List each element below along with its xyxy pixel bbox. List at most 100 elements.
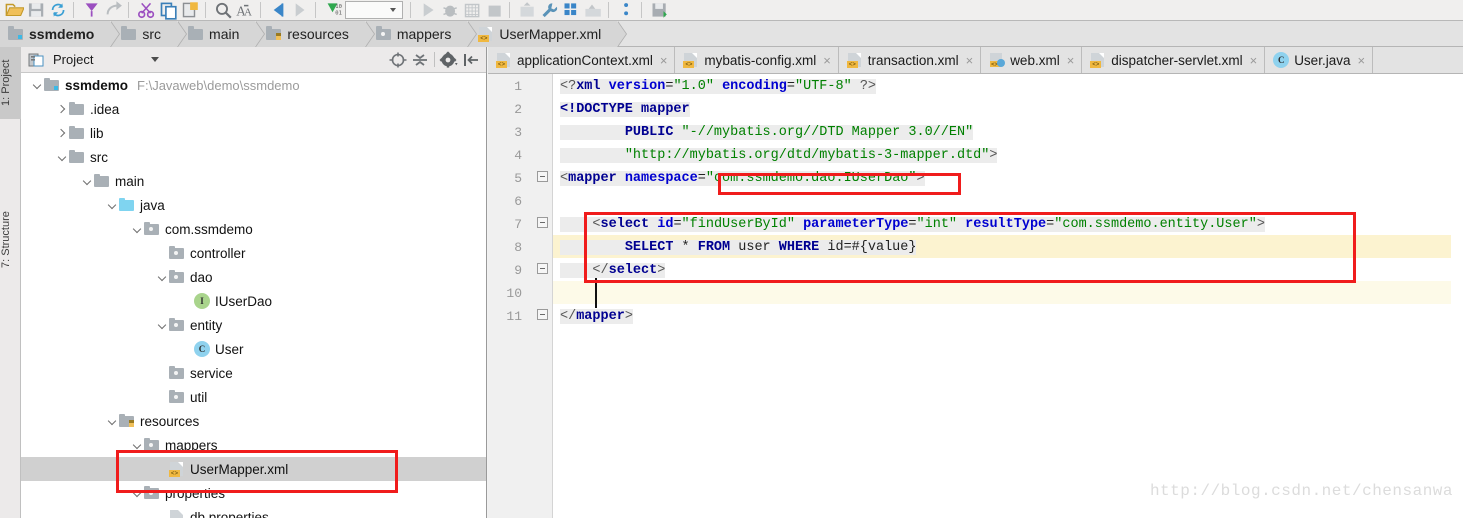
open-folder-icon[interactable] bbox=[2, 0, 25, 20]
expand-arrow-down-icon[interactable] bbox=[131, 433, 144, 457]
paste-icon[interactable] bbox=[178, 0, 200, 20]
magic-wand-icon[interactable] bbox=[79, 0, 101, 20]
code-line-11: </mapper> bbox=[560, 309, 633, 324]
find-icon[interactable] bbox=[211, 0, 233, 20]
tree-node[interactable]: resources bbox=[21, 409, 486, 433]
code-editor[interactable]: 1 2 3 4 5 6 7 8 9 10 11 <?xml version="1.0" encodi… bbox=[488, 74, 1463, 518]
expand-arrow-down-icon[interactable] bbox=[106, 193, 119, 217]
expand-arrow-down-icon[interactable] bbox=[81, 169, 94, 193]
tree-node[interactable]: util bbox=[21, 385, 486, 409]
tree-node[interactable]: properties bbox=[21, 481, 486, 505]
tree-node[interactable]: db.properties bbox=[21, 505, 486, 518]
tool-tab-project[interactable]: 1: Project bbox=[0, 47, 21, 119]
settings-wrench-icon[interactable] bbox=[537, 0, 559, 20]
save-icon[interactable] bbox=[647, 0, 669, 20]
run-icon[interactable] bbox=[416, 0, 438, 20]
help-icon[interactable] bbox=[614, 0, 636, 20]
close-icon[interactable]: × bbox=[1250, 54, 1258, 67]
project-panel-title: Project bbox=[53, 52, 94, 67]
tree-node[interactable]: mappers bbox=[21, 433, 486, 457]
fold-marker-line-5[interactable] bbox=[537, 171, 548, 182]
tree-node[interactable]: entity bbox=[21, 313, 486, 337]
expand-arrow-down-icon[interactable] bbox=[106, 409, 119, 433]
fold-marker-line-11[interactable] bbox=[537, 309, 548, 320]
tree-node[interactable]: C User bbox=[21, 337, 486, 361]
project-view-icon bbox=[25, 50, 47, 70]
editor-tab-web-xml[interactable]: <> web.xml × bbox=[981, 47, 1083, 73]
tree-node[interactable]: lib bbox=[21, 121, 486, 145]
close-icon[interactable]: × bbox=[1067, 54, 1075, 67]
expand-arrow-down-icon[interactable] bbox=[156, 265, 169, 289]
code-line-9: </select> bbox=[560, 259, 666, 282]
editor-tab-label: dispatcher-servlet.xml bbox=[1111, 52, 1243, 68]
editor-scrollbar[interactable] bbox=[1451, 74, 1463, 518]
xml-file-icon bbox=[846, 52, 863, 68]
redo-icon[interactable] bbox=[101, 0, 123, 20]
tool-tab-structure[interactable]: 7: Structure bbox=[0, 195, 21, 285]
hide-panel-icon[interactable] bbox=[460, 50, 482, 70]
vcs-commit-icon[interactable] bbox=[581, 0, 603, 20]
project-tree[interactable]: ssmdemo F:\Javaweb\demo\ssmdemo .idea lib sr… bbox=[21, 73, 486, 518]
idea-window: AA1001 ssmdemosrcmainresourcesmappersUse… bbox=[0, 0, 1463, 518]
run-configuration-selector[interactable] bbox=[345, 1, 403, 19]
tree-node[interactable]: ssmdemo F:\Javaweb\demo\ssmdemo bbox=[21, 73, 486, 97]
forward-arrow-icon[interactable] bbox=[288, 0, 310, 20]
tree-node[interactable]: I IUserDao bbox=[21, 289, 486, 313]
collapse-all-icon[interactable] bbox=[409, 50, 431, 70]
compile-icon[interactable]: 10 01 bbox=[321, 0, 343, 20]
fold-marker-line-7[interactable] bbox=[537, 217, 548, 228]
breadcrumb-item-resources[interactable]: resources bbox=[256, 20, 376, 47]
tree-node[interactable]: com.ssmdemo bbox=[21, 217, 486, 241]
fold-column[interactable] bbox=[529, 74, 553, 518]
settings-gear-icon[interactable] bbox=[438, 50, 460, 70]
tree-node[interactable]: src bbox=[21, 145, 486, 169]
editor-tab-applicationcontext-xml[interactable]: applicationContext.xml × bbox=[488, 47, 676, 73]
locate-icon[interactable] bbox=[387, 50, 409, 70]
editor-tab-dispatcher-servlet-xml[interactable]: dispatcher-servlet.xml × bbox=[1082, 47, 1266, 73]
breadcrumb-item-ssmdemo[interactable]: ssmdemo bbox=[0, 20, 121, 47]
expand-arrow-right-icon[interactable] bbox=[56, 121, 69, 145]
fold-marker-line-9[interactable] bbox=[537, 263, 548, 274]
back-arrow-icon[interactable] bbox=[266, 0, 288, 20]
update-project-icon[interactable] bbox=[515, 0, 537, 20]
tree-node-selected[interactable]: UserMapper.xml bbox=[21, 457, 486, 481]
expand-arrow-right-icon[interactable] bbox=[56, 97, 69, 121]
breadcrumb-item-main[interactable]: main bbox=[178, 20, 266, 47]
tree-node[interactable]: .idea bbox=[21, 97, 486, 121]
replace-icon[interactable]: AA bbox=[233, 0, 255, 20]
stop-icon[interactable] bbox=[482, 0, 504, 20]
tree-node-label: dao bbox=[190, 269, 213, 285]
tree-node[interactable]: controller bbox=[21, 241, 486, 265]
editor-tab-user-java[interactable]: C User.java × bbox=[1265, 47, 1374, 73]
editor-tab-mybatis-config-xml[interactable]: mybatis-config.xml × bbox=[675, 47, 839, 73]
breadcrumb-item-mappers[interactable]: mappers bbox=[365, 20, 478, 47]
copy-icon[interactable] bbox=[156, 0, 178, 20]
expand-arrow-down-icon[interactable] bbox=[31, 73, 44, 97]
cut-icon[interactable] bbox=[134, 0, 156, 20]
editor-tab-transaction-xml[interactable]: transaction.xml × bbox=[838, 47, 982, 73]
tree-node[interactable]: service bbox=[21, 361, 486, 385]
close-icon[interactable]: × bbox=[660, 54, 668, 67]
expand-arrow-down-icon[interactable] bbox=[56, 145, 69, 169]
expand-arrow-down-icon[interactable] bbox=[131, 217, 144, 241]
code-text[interactable]: <?xml version="1.0" encoding="UTF-8" ?> <… bbox=[552, 74, 1463, 518]
sync-icon[interactable] bbox=[46, 0, 68, 20]
tree-node[interactable]: main bbox=[21, 169, 486, 193]
project-structure-icon[interactable] bbox=[559, 0, 581, 20]
close-icon[interactable]: × bbox=[966, 54, 974, 67]
breadcrumb-item-src[interactable]: src bbox=[111, 20, 187, 47]
save-all-icon[interactable] bbox=[24, 0, 46, 20]
coverage-icon[interactable] bbox=[460, 0, 482, 20]
close-icon[interactable]: × bbox=[1357, 54, 1365, 67]
expand-arrow-down-icon[interactable] bbox=[131, 481, 144, 505]
debug-icon[interactable] bbox=[438, 0, 460, 20]
tree-node[interactable]: java bbox=[21, 193, 486, 217]
breadcrumb-item-usermapper-xml[interactable]: UserMapper.xml bbox=[468, 20, 628, 47]
expand-arrow-down-icon[interactable] bbox=[156, 313, 169, 337]
line-number: 11 bbox=[506, 309, 522, 324]
close-icon[interactable]: × bbox=[823, 54, 831, 67]
svg-text:A: A bbox=[244, 7, 252, 19]
tree-node[interactable]: dao bbox=[21, 265, 486, 289]
chevron-down-icon[interactable] bbox=[151, 57, 160, 62]
